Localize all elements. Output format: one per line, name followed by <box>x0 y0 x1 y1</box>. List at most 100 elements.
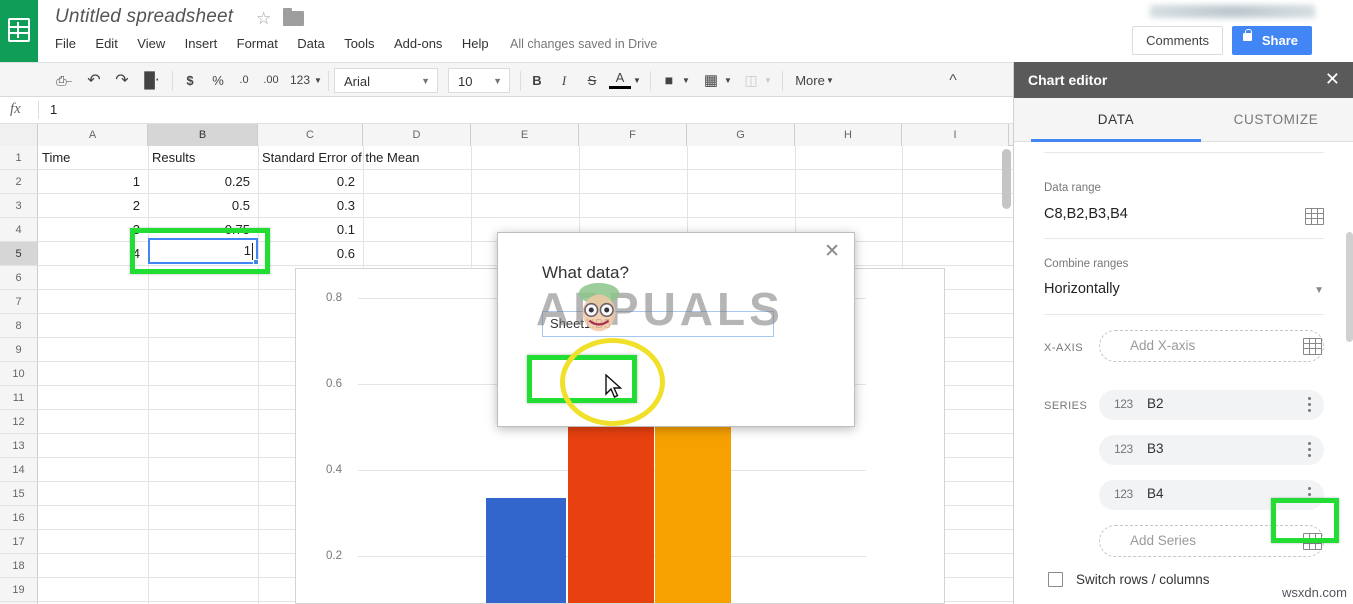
merge-cells-icon[interactable]: ◫ <box>740 68 762 93</box>
menu-file[interactable]: File <box>55 34 76 54</box>
column-header-c[interactable]: C <box>258 124 363 146</box>
cell-a4[interactable]: 3 <box>38 218 144 242</box>
collapse-toolbar-icon[interactable]: ^ <box>940 68 966 93</box>
row-header-12[interactable]: 12 <box>0 410 38 434</box>
row-header-1[interactable]: 1 <box>0 146 38 170</box>
star-icon[interactable]: ☆ <box>256 10 271 27</box>
active-cell-b5[interactable]: 1 <box>148 238 258 264</box>
row-header-15[interactable]: 15 <box>0 482 38 506</box>
row-header-17[interactable]: 17 <box>0 530 38 554</box>
column-header-d[interactable]: D <box>363 124 471 146</box>
number-format-caret-icon[interactable]: ▼ <box>313 68 323 93</box>
series-options-icon[interactable] <box>1308 397 1311 413</box>
cell-b1[interactable]: Results <box>148 146 256 170</box>
x-axis-grid-select-icon[interactable] <box>1303 338 1322 355</box>
cell-c1[interactable]: Standard Error of the Mean <box>258 146 508 170</box>
row-header-14[interactable]: 14 <box>0 458 38 482</box>
row-header-2[interactable]: 2 <box>0 170 38 194</box>
tab-data[interactable]: DATA <box>1031 98 1201 142</box>
font-size-select[interactable]: 10 ▼ <box>448 68 510 93</box>
chevron-down-icon[interactable]: ▼ <box>1314 285 1324 296</box>
share-button[interactable]: Share <box>1232 26 1312 55</box>
data-range-input[interactable]: Sheet1!B5 <box>542 311 774 337</box>
print-icon[interactable]: ⎙⎯ <box>52 68 76 93</box>
fill-handle[interactable] <box>253 259 259 265</box>
column-header-b[interactable]: B <box>148 124 258 146</box>
series-chip-b2[interactable]: 123 B2 <box>1099 390 1324 420</box>
row-header-7[interactable]: 7 <box>0 290 38 314</box>
menu-view[interactable]: View <box>137 34 165 54</box>
strikethrough-button[interactable]: S <box>581 68 603 93</box>
text-color-caret-icon[interactable]: ▼ <box>632 68 642 93</box>
cell-c3[interactable]: 0.3 <box>258 194 359 218</box>
row-header-19[interactable]: 19 <box>0 578 38 602</box>
column-header-i[interactable]: I <box>902 124 1009 146</box>
percent-format-button[interactable]: % <box>208 68 228 93</box>
row-header-16[interactable]: 16 <box>0 506 38 530</box>
menu-tools[interactable]: Tools <box>344 34 374 54</box>
menu-insert[interactable]: Insert <box>185 34 218 54</box>
cell-c2[interactable]: 0.2 <box>258 170 359 194</box>
cell-b3[interactable]: 0.5 <box>148 194 254 218</box>
editor-vertical-scrollbar[interactable] <box>1346 232 1353 342</box>
row-header-3[interactable]: 3 <box>0 194 38 218</box>
more-caret-icon[interactable]: ▼ <box>824 68 836 93</box>
decrease-decimal-button[interactable]: .0 <box>232 68 256 93</box>
column-header-h[interactable]: H <box>795 124 902 146</box>
redo-icon[interactable]: ↷ <box>110 68 134 93</box>
text-color-button[interactable]: A <box>609 68 631 89</box>
grid-select-icon[interactable] <box>1305 208 1324 225</box>
close-icon[interactable]: ✕ <box>1325 70 1340 88</box>
fill-color-caret-icon[interactable]: ▼ <box>681 68 691 93</box>
combine-ranges-value[interactable]: Horizontally <box>1044 281 1120 297</box>
row-header-13[interactable]: 13 <box>0 434 38 458</box>
italic-button[interactable]: I <box>553 68 575 93</box>
row-header-8[interactable]: 8 <box>0 314 38 338</box>
column-header-f[interactable]: F <box>579 124 687 146</box>
column-header-a[interactable]: A <box>38 124 148 146</box>
folder-icon[interactable] <box>283 11 304 26</box>
cell-b2[interactable]: 0.25 <box>148 170 254 194</box>
row-header-9[interactable]: 9 <box>0 338 38 362</box>
series-options-icon[interactable] <box>1308 442 1311 458</box>
merge-cells-caret-icon[interactable]: ▼ <box>763 68 773 93</box>
cell-a2[interactable]: 1 <box>38 170 144 194</box>
menu-help[interactable]: Help <box>462 34 489 54</box>
document-title[interactable]: Untitled spreadsheet <box>55 6 233 28</box>
cell-c5[interactable]: 0.6 <box>258 242 359 266</box>
row-header-10[interactable]: 10 <box>0 362 38 386</box>
tab-customize[interactable]: CUSTOMIZE <box>1201 98 1351 142</box>
row-header-5[interactable]: 5 <box>0 242 38 266</box>
select-all-corner[interactable] <box>0 124 38 146</box>
row-header-11[interactable]: 11 <box>0 386 38 410</box>
paint-format-icon[interactable]: █‧ <box>140 68 164 93</box>
cell-a5[interactable]: 4 <box>38 242 144 266</box>
menu-add-ons[interactable]: Add-ons <box>394 34 442 54</box>
row-header-4[interactable]: 4 <box>0 218 38 242</box>
cell-a3[interactable]: 2 <box>38 194 144 218</box>
row-header-6[interactable]: 6 <box>0 266 38 290</box>
data-range-value[interactable]: C8,B2,B3,B4 <box>1044 206 1128 222</box>
comments-button[interactable]: Comments <box>1132 26 1223 55</box>
cell-c4[interactable]: 0.1 <box>258 218 359 242</box>
close-icon[interactable]: ✕ <box>824 243 840 261</box>
menu-data[interactable]: Data <box>297 34 324 54</box>
bold-button[interactable]: B <box>526 68 548 93</box>
switch-rows-columns-checkbox[interactable] <box>1048 572 1063 587</box>
increase-decimal-button[interactable]: .00 <box>258 68 284 93</box>
grid-vertical-scrollbar[interactable] <box>1002 149 1011 209</box>
undo-icon[interactable]: ↶ <box>82 68 106 93</box>
borders-caret-icon[interactable]: ▼ <box>723 68 733 93</box>
menu-format[interactable]: Format <box>237 34 278 54</box>
cell-a1[interactable]: Time <box>38 146 146 170</box>
formula-input[interactable]: 1 <box>50 102 57 117</box>
fill-color-icon[interactable]: ■ <box>658 68 680 93</box>
font-family-select[interactable]: Arial ▼ <box>334 68 438 93</box>
add-x-axis-field[interactable]: Add X-axis <box>1099 330 1324 362</box>
borders-icon[interactable]: ▦ <box>700 68 722 93</box>
series-chip-b3[interactable]: 123 B3 <box>1099 435 1324 465</box>
column-header-g[interactable]: G <box>687 124 795 146</box>
row-header-18[interactable]: 18 <box>0 554 38 578</box>
column-header-e[interactable]: E <box>471 124 579 146</box>
currency-format-button[interactable]: $ <box>180 68 200 93</box>
